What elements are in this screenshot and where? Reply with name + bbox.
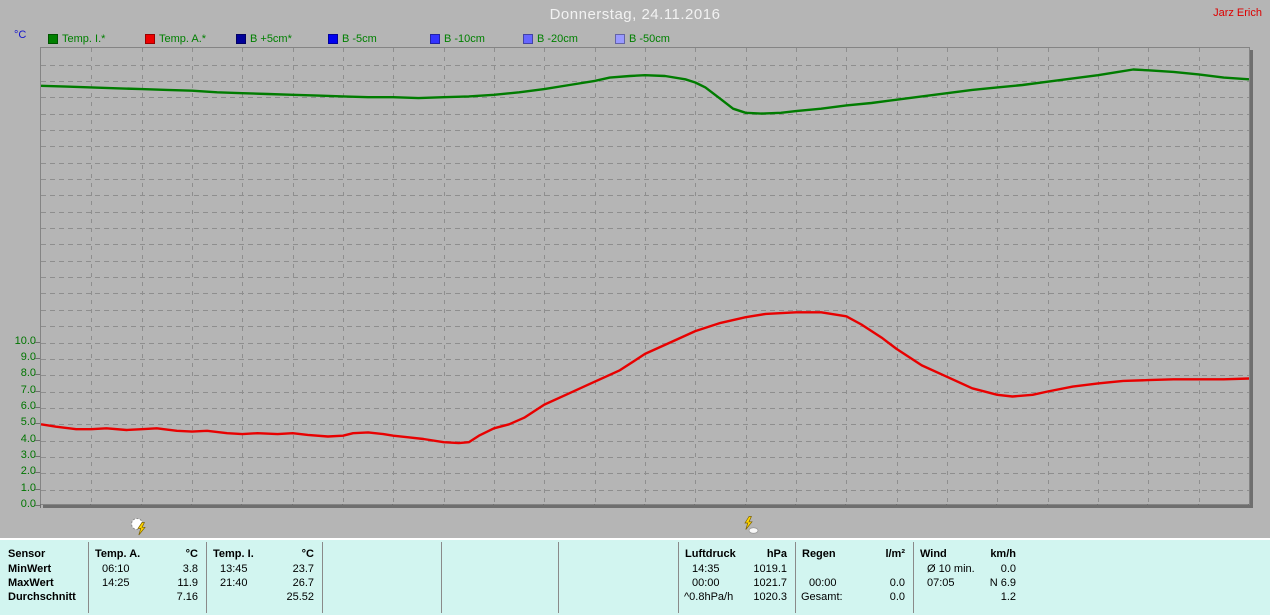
y-tick-label: 6.0: [20, 399, 36, 412]
table-row-label: MaxWert: [8, 576, 54, 589]
legend-item-label: B +5cm*: [250, 33, 292, 45]
table-column-divider: [441, 542, 442, 613]
legend-item-label: Temp. A.*: [159, 33, 207, 45]
y-tick-label: 8.0: [20, 367, 36, 380]
y-tick-label: 0.0: [20, 498, 36, 510]
legend-color-swatch: [145, 34, 155, 44]
legend-item-label: B -20cm: [537, 33, 578, 45]
y-tick-label: 2.0: [20, 465, 36, 478]
table-value-cell: 0.0: [889, 590, 905, 603]
table-header-unit: l/m²: [885, 548, 905, 560]
table-column-divider: [558, 542, 559, 613]
legend-item-b-5cm-[interactable]: B +5cm*: [236, 30, 292, 45]
table-header-unit: °C: [185, 548, 198, 560]
sunset-marker-icon: [744, 516, 759, 534]
y-tick-label: 3.0: [20, 448, 36, 461]
summary-table: Sensor MinWert MaxWert Durchschnitt Temp. A.…: [0, 538, 1270, 615]
table-value-cell: 7.16: [176, 590, 198, 603]
legend-color-swatch: [523, 34, 533, 44]
y-tick-label: 5.0: [20, 416, 36, 429]
table-header-unit: km/h: [990, 548, 1016, 560]
y-tick-label: 10.0: [14, 334, 36, 347]
legend-item-b-10cm[interactable]: B -10cm: [430, 30, 485, 45]
table-value-cell: 1019.1: [753, 562, 787, 575]
legend: Temp. I.* Temp. A.* B +5cm* B -5cm B -10cm B …: [0, 0, 1270, 46]
table-value-cell: 1020.3: [753, 590, 787, 603]
legend-item-temp-a-[interactable]: Temp. A.*: [145, 30, 207, 45]
table-column-divider: [88, 542, 89, 613]
table-value-cell: 0.0: [889, 576, 905, 589]
table-row-label: MinWert: [8, 562, 52, 575]
series-line-temp-a-: [41, 311, 1249, 445]
table-column-divider: [913, 542, 914, 613]
weather-day-view: Donnerstag, 24.11.2016 Jarz Erich °C Tem…: [0, 0, 1270, 615]
chart-canvas: [41, 48, 1249, 504]
y-tick-label: 7.0: [20, 383, 36, 396]
legend-color-swatch: [236, 34, 246, 44]
legend-item-b-20cm[interactable]: B -20cm: [523, 30, 578, 45]
table-value-cell: 26.7: [292, 576, 314, 589]
y-tick-label: 4.0: [20, 432, 36, 445]
y-tick-label: 1.0: [20, 481, 36, 494]
legend-item-b-5cm[interactable]: B -5cm: [328, 30, 377, 45]
table-value-cell: 23.7: [292, 562, 314, 575]
legend-color-swatch: [430, 34, 440, 44]
legend-color-swatch: [615, 34, 625, 44]
legend-item-label: B -10cm: [444, 33, 485, 45]
table-column-divider: [795, 542, 796, 613]
sunrise-marker-icon: [131, 518, 146, 536]
table-header-unit: °C: [301, 548, 314, 560]
table-value-cell: 25.52: [286, 590, 314, 603]
table-value-cell: 3.8: [182, 562, 198, 575]
table-row-label: Sensor: [8, 548, 46, 560]
legend-color-swatch: [48, 34, 58, 44]
table-value-cell: 0.0: [1000, 562, 1016, 575]
legend-item-label: Temp. I.*: [62, 33, 106, 45]
table-column-divider: [206, 542, 207, 613]
legend-item-b-50cm[interactable]: B -50cm: [615, 30, 670, 45]
chart-plot-area: [40, 47, 1250, 505]
table-value-cell: 1.2: [1000, 590, 1016, 603]
table-column-divider: [678, 542, 679, 613]
legend-item-label: B -5cm: [342, 33, 377, 45]
table-row-label: Durchschnitt: [8, 590, 76, 603]
legend-item-label: B -50cm: [629, 33, 670, 45]
table-value-cell: N 6.9: [989, 576, 1016, 589]
legend-color-swatch: [328, 34, 338, 44]
table-value-cell: 11.9: [177, 576, 198, 589]
legend-item-temp-i-[interactable]: Temp. I.*: [48, 30, 106, 45]
y-tick-label: 9.0: [20, 350, 36, 363]
table-header-unit: hPa: [766, 548, 787, 560]
series-line-temp-i-: [41, 68, 1249, 115]
table-value-cell: 1021.7: [753, 576, 787, 589]
table-column-divider: [322, 542, 323, 613]
